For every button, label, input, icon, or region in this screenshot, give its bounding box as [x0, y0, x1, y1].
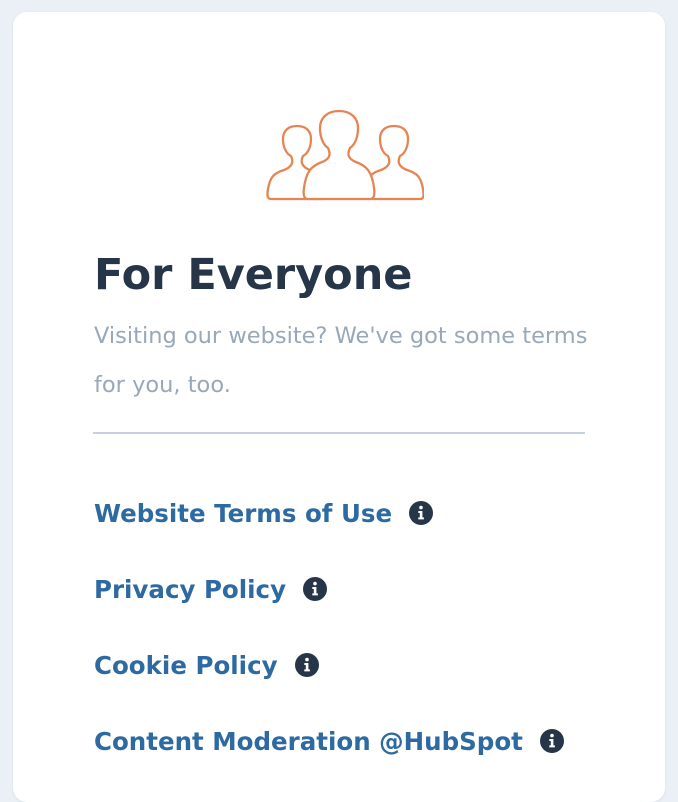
link-label: Content Moderation @HubSpot — [94, 726, 523, 756]
link-label: Privacy Policy — [94, 574, 287, 604]
people-group-icon — [266, 109, 424, 201]
section-title: For Everyone — [94, 250, 413, 300]
section-subtitle: Visiting our website? We've got some ter… — [94, 323, 588, 398]
content-moderation-link[interactable]: Content Moderation @HubSpot — [94, 719, 564, 763]
info-icon[interactable] — [303, 577, 328, 601]
privacy-policy-link[interactable]: Privacy Policy — [94, 567, 328, 611]
list-item: Content Moderation @HubSpot — [94, 719, 564, 795]
cookie-policy-link[interactable]: Cookie Policy — [94, 643, 319, 687]
info-icon[interactable] — [409, 501, 434, 525]
link-label: Cookie Policy — [94, 650, 278, 680]
info-icon[interactable] — [294, 653, 319, 677]
divider — [93, 432, 585, 434]
terms-links-list: Website Terms of Use Privacy Policy Cook… — [94, 491, 564, 795]
info-icon[interactable] — [539, 729, 564, 753]
list-item: Privacy Policy — [94, 567, 564, 643]
for-everyone-card: For Everyone Visiting our website? We've… — [13, 12, 665, 802]
link-label: Website Terms of Use — [94, 498, 393, 528]
list-item: Website Terms of Use — [94, 491, 564, 567]
website-terms-of-use-link[interactable]: Website Terms of Use — [94, 491, 434, 535]
list-item: Cookie Policy — [94, 643, 564, 719]
